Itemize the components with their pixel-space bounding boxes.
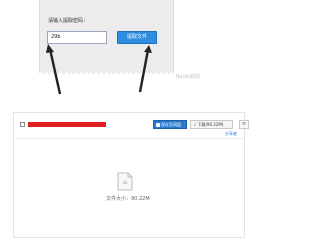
extract-file-button[interactable]: 提取文件 xyxy=(117,31,157,44)
extract-code-label: 请输入提取密码： xyxy=(48,18,89,24)
download-button[interactable]: ⇩下载(90.22M) xyxy=(190,120,233,129)
more-options-button[interactable]: ≡ xyxy=(239,120,249,129)
torn-edge-divider xyxy=(39,72,174,77)
file-size-label: 文件大小：90.22M xyxy=(106,196,150,202)
watermark-text: Baidu经验 xyxy=(176,74,201,80)
download-icon: ⇩ xyxy=(193,122,197,127)
save-button-label: 保存至网盘 xyxy=(161,122,181,127)
extract-code-input[interactable]: 29b xyxy=(47,31,107,44)
header-divider xyxy=(14,138,244,139)
download-button-label: 下载(90.22M) xyxy=(197,122,224,127)
sharer-link[interactable]: 分享者 xyxy=(225,131,237,137)
folder-save-icon xyxy=(156,123,160,127)
save-to-netdisk-button[interactable]: 保存至网盘 xyxy=(153,120,187,129)
select-file-checkbox[interactable] xyxy=(20,122,25,127)
file-icon xyxy=(117,172,133,191)
redacted-file-name xyxy=(28,122,106,127)
